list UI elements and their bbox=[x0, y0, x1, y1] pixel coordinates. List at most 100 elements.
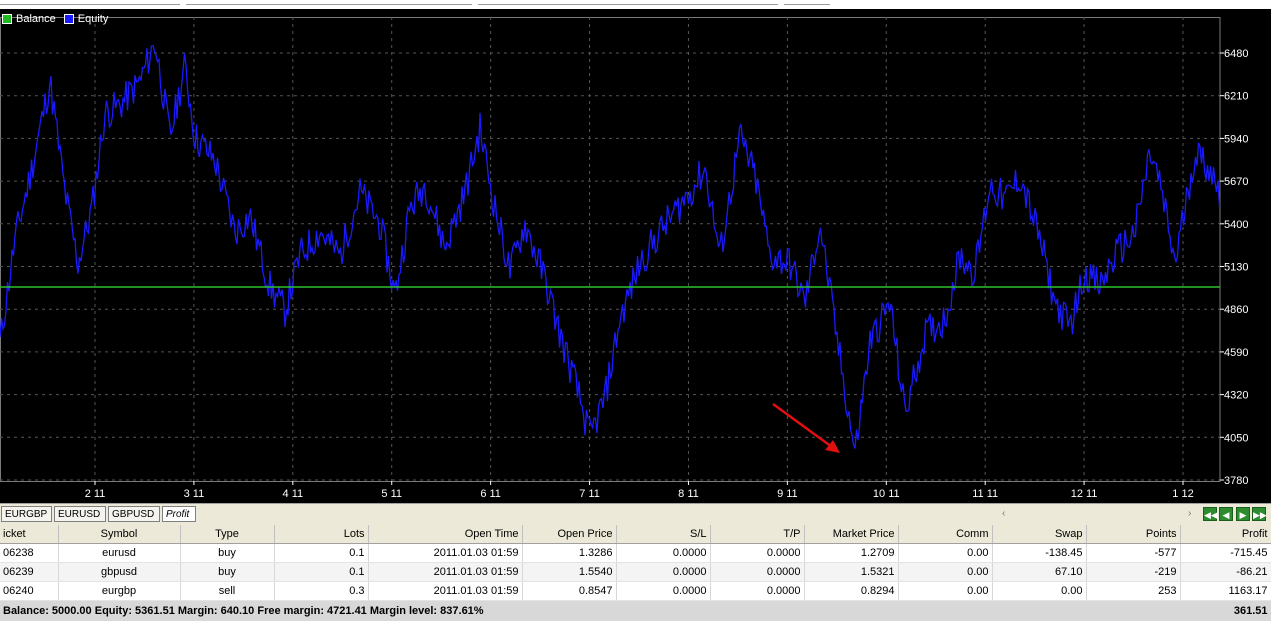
top-divider bbox=[0, 0, 180, 5]
table-row[interactable]: 06238 eurusd buy 0.1 2011.01.03 01:59 1.… bbox=[0, 543, 1271, 563]
x-tick-label: 3 11 bbox=[184, 488, 205, 500]
equity-legend-swatch bbox=[63, 14, 74, 24]
total-profit: 361.51 bbox=[1180, 600, 1271, 621]
equity-legend-label: Equity bbox=[77, 13, 109, 25]
y-tick-label: 5670 bbox=[1224, 176, 1248, 188]
col-header-comm[interactable]: Comm bbox=[898, 525, 993, 544]
col-header-sl[interactable]: S/L bbox=[616, 525, 711, 544]
cell-points: -577 bbox=[1086, 543, 1181, 563]
y-tick-label: 4320 bbox=[1224, 390, 1248, 402]
col-header-lots[interactable]: Lots bbox=[274, 525, 369, 544]
cell-lots: 0.1 bbox=[274, 562, 369, 582]
y-tick-label: 5130 bbox=[1224, 262, 1248, 274]
col-header-open-price[interactable]: Open Price bbox=[522, 525, 617, 544]
scroll-thumb-icon[interactable]: ‹ bbox=[1002, 508, 1005, 519]
top-divider bbox=[784, 0, 830, 5]
positions-table-wrap: icket Symbol Type Lots Open Time Open Pr… bbox=[0, 525, 1271, 625]
cell-symbol: eurusd bbox=[58, 543, 181, 563]
x-tick-label: 8 11 bbox=[678, 488, 699, 500]
annotation-arrow-head bbox=[825, 440, 840, 453]
col-header-open-time[interactable]: Open Time bbox=[368, 525, 523, 544]
top-divider bbox=[478, 0, 778, 5]
tab-profit[interactable]: Profit bbox=[162, 506, 196, 522]
col-header-type[interactable]: Type bbox=[180, 525, 275, 544]
cell-ticket: 06238 bbox=[0, 543, 59, 563]
x-tick-label: 1 12 bbox=[1172, 488, 1193, 500]
col-header-symbol[interactable]: Symbol bbox=[58, 525, 181, 544]
y-tick-label: 4050 bbox=[1224, 432, 1248, 444]
x-tick-label: 2 11 bbox=[85, 488, 106, 500]
y-tick-label: 5940 bbox=[1224, 133, 1248, 145]
top-divider bbox=[186, 0, 472, 5]
y-tick-label: 3780 bbox=[1224, 475, 1248, 487]
x-tick-label: 7 11 bbox=[579, 488, 600, 500]
cell-tp: 0.0000 bbox=[710, 543, 805, 563]
cell-open-time: 2011.01.03 01:59 bbox=[368, 562, 523, 582]
col-header-ticket[interactable]: icket bbox=[0, 525, 59, 544]
last-page-icon[interactable]: ▶▶ bbox=[1252, 507, 1267, 521]
col-header-swap[interactable]: Swap bbox=[992, 525, 1087, 544]
cell-swap: 0.00 bbox=[992, 581, 1087, 601]
cell-open-price: 0.8547 bbox=[522, 581, 617, 601]
prev-page-icon[interactable]: ◀ bbox=[1219, 507, 1233, 521]
y-tick-label: 6210 bbox=[1224, 91, 1248, 103]
y-tick-label: 6480 bbox=[1224, 48, 1248, 60]
first-page-icon[interactable]: ◀◀ bbox=[1203, 507, 1218, 521]
cell-profit: -86.21 bbox=[1180, 562, 1271, 582]
y-tick-label: 5400 bbox=[1224, 219, 1248, 231]
cell-comm: 0.00 bbox=[898, 543, 993, 563]
cell-points: 253 bbox=[1086, 581, 1181, 601]
window-top-strip bbox=[0, 0, 1271, 9]
cell-type: sell bbox=[180, 581, 275, 601]
cell-sl: 0.0000 bbox=[616, 543, 711, 563]
x-tick-label: 10 11 bbox=[873, 488, 900, 500]
cell-ticket: 06240 bbox=[0, 581, 59, 601]
scroll-right-icon[interactable]: › bbox=[1188, 508, 1191, 519]
col-header-market-price[interactable]: Market Price bbox=[804, 525, 899, 544]
x-tick-label: 6 11 bbox=[480, 488, 501, 500]
tab-eurusd[interactable]: EURUSD bbox=[54, 506, 106, 522]
chart-canvas: 6480 6210 5940 5670 5400 5130 4860 4590 4320 4050… bbox=[0, 17, 1248, 500]
cell-profit: -715.45 bbox=[1180, 543, 1271, 563]
cell-points: -219 bbox=[1086, 562, 1181, 582]
cell-sl: 0.0000 bbox=[616, 581, 711, 601]
cell-lots: 0.1 bbox=[274, 543, 369, 563]
symbol-tab-bar: EURGBP EURUSD GBPUSD Profit ‹ › ◀◀ ◀ ▶ ▶… bbox=[0, 503, 1271, 525]
cell-open-time: 2011.01.03 01:59 bbox=[368, 543, 523, 563]
cell-comm: 0.00 bbox=[898, 562, 993, 582]
col-header-points[interactable]: Points bbox=[1086, 525, 1181, 544]
x-tick-label: 4 11 bbox=[283, 488, 304, 500]
cell-market-price: 1.5321 bbox=[804, 562, 899, 582]
x-tick-label: 9 11 bbox=[777, 488, 798, 500]
balance-legend-label: Balance bbox=[16, 13, 56, 25]
cell-tp: 0.0000 bbox=[710, 581, 805, 601]
balance-legend-swatch bbox=[2, 14, 12, 24]
account-summary-text: Balance: 5000.00 Equity: 5361.51 Margin:… bbox=[0, 600, 1181, 621]
cell-comm: 0.00 bbox=[898, 581, 993, 601]
cell-symbol: gbpusd bbox=[58, 562, 181, 582]
table-row[interactable]: 06240 eurgbp sell 0.3 2011.01.03 01:59 0… bbox=[0, 581, 1271, 601]
cell-open-price: 1.3286 bbox=[522, 543, 617, 563]
cell-type: buy bbox=[180, 562, 275, 582]
col-header-tp[interactable]: T/P bbox=[710, 525, 805, 544]
x-tick-label: 5 11 bbox=[381, 488, 402, 500]
col-header-profit[interactable]: Profit bbox=[1180, 525, 1271, 544]
table-row[interactable]: 06239 gbpusd buy 0.1 2011.01.03 01:59 1.… bbox=[0, 562, 1271, 582]
cell-market-price: 0.8294 bbox=[804, 581, 899, 601]
tab-eurgbp[interactable]: EURGBP bbox=[1, 506, 52, 522]
cell-ticket: 06239 bbox=[0, 562, 59, 582]
account-summary-row: Balance: 5000.00 Equity: 5361.51 Margin:… bbox=[0, 600, 1271, 621]
next-page-icon[interactable]: ▶ bbox=[1236, 507, 1250, 521]
tab-gbpusd[interactable]: GBPUSD bbox=[108, 506, 160, 522]
cell-type: buy bbox=[180, 543, 275, 563]
cell-symbol: eurgbp bbox=[58, 581, 181, 601]
chart-legend: Balance Equity bbox=[2, 13, 108, 25]
equity-line bbox=[0, 44, 1221, 449]
x-tick-label: 12 11 bbox=[1071, 488, 1098, 500]
table-header-row: icket Symbol Type Lots Open Time Open Pr… bbox=[0, 525, 1271, 544]
equity-chart: 6480 6210 5940 5670 5400 5130 4860 4590 4320 4050… bbox=[0, 9, 1271, 503]
cell-profit: 1163.17 bbox=[1180, 581, 1271, 601]
y-tick-label: 4860 bbox=[1224, 304, 1248, 316]
positions-table: icket Symbol Type Lots Open Time Open Pr… bbox=[0, 525, 1271, 621]
cell-open-price: 1.5540 bbox=[522, 562, 617, 582]
